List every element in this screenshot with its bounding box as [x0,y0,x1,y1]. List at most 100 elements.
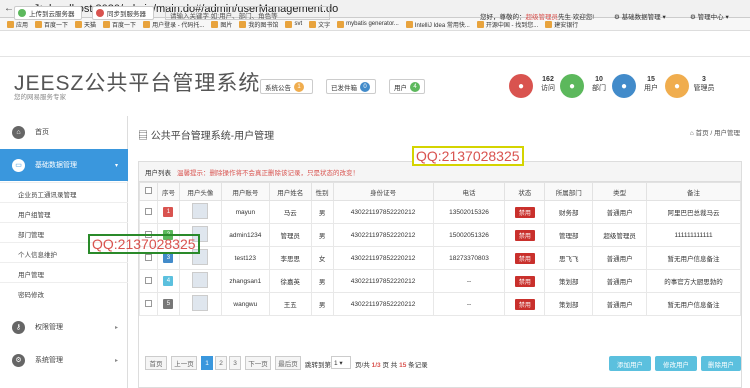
account-cell: wangwu [220,292,270,316]
sync-icon [96,9,104,17]
menu-basic-data[interactable]: ⚙ 基础数据管理 ▾ [614,11,666,21]
status-badge: 禁用 [514,298,535,310]
type-cell: 普通用户 [592,292,648,316]
column-header: 序号 [156,182,180,201]
bookmark-item[interactable]: 天猫 [75,20,96,29]
phone-cell: 18273370803 [432,246,506,270]
avatar [192,272,209,288]
phone-cell: 15002051326 [432,223,506,247]
notice-button[interactable]: 系统公告 1 [260,79,313,94]
bookmark-icon [103,20,111,28]
stat-icon: ● [665,74,689,98]
next-page-button[interactable]: 下一页 [245,356,271,370]
prev-page-button[interactable]: 上一页 [171,356,197,370]
bookmark-item[interactable]: 百度一下 [103,20,136,29]
dept-cell: 策划部 [544,269,594,293]
phone-cell: -- [432,269,506,293]
edit-user-button[interactable]: 修改用户 [655,356,697,371]
name-cell: 管理员 [268,223,312,247]
bookmark-item[interactable]: 我的图书馆 [239,20,278,29]
sidebar-subitem[interactable]: 企业员工通讯录管理 [0,182,128,202]
page-info: 页/共 1/3 页 共 15 条记录 [355,362,428,369]
bookmark-icon [239,20,247,28]
search-input[interactable]: 请输入关键字 如:用户、部门、角色等 [165,6,330,20]
note-cell: 的事官方大厨思勃的 [646,269,741,293]
bookmark-icon [476,20,484,28]
desktop-icon: ▭ [12,158,25,172]
page-3-button[interactable]: 3 [229,356,241,370]
dept-cell: 思飞飞 [544,246,594,270]
page-1-button[interactable]: 1 [201,356,213,370]
account-cell: mayun [220,200,270,224]
avatar [192,295,209,311]
first-page-button[interactable]: 首页 [145,356,167,370]
table-row[interactable]: 2 admin1234 管理员男 430221197852220212 15002051… [139,223,741,247]
bookmark-icon [309,20,317,28]
select-all-checkbox[interactable] [139,182,158,201]
sex-cell: 男 [310,269,334,293]
outbox-button[interactable]: 已发件箱 0 [326,79,376,94]
bookmark-icon [75,20,83,28]
sidebar-item-home[interactable]: ⌂ 首页 [0,121,128,143]
upload-button[interactable]: 上传到云服务器 [14,6,82,20]
status-badge: 禁用 [514,206,535,218]
id-cell: 430221197852220212 [332,223,434,247]
account-cell: admin1234 [220,223,270,247]
column-header: 所属部门 [544,182,594,201]
sidebar-item-permission[interactable]: ⚷ 权限管理 ▸ [0,316,128,338]
add-user-button[interactable]: 添加用户 [609,356,651,371]
status-badge: 禁用 [514,252,535,264]
row-checkbox[interactable] [139,292,158,316]
bookmark-item[interactable]: mybatis generator... [337,20,399,28]
qq-watermark: QQ:2137028325 [412,146,524,166]
sex-cell: 男 [310,292,334,316]
top-toolbar [0,31,750,57]
bookmark-item[interactable]: 用户登录 - 代码托... [143,20,204,29]
phone-cell: -- [432,292,506,316]
bookmark-item[interactable]: IntelliJ Idea 常用快... [405,20,470,29]
sync-button[interactable]: 同步到服务器 [92,6,154,20]
sidebar-subitem[interactable]: 用户组管理 [0,202,128,222]
column-header: 用户账号 [220,182,270,201]
column-header: 类型 [592,182,648,201]
bookmark-item[interactable]: 应用 [7,20,28,29]
menu-admin-center[interactable]: ⚙ 管理中心 ▾ [690,11,729,21]
cog-icon: ⚙ [12,353,25,367]
note-cell: 111111111111 [646,223,741,247]
sidebar-subitem[interactable]: 密码修改 [0,282,128,302]
row-checkbox[interactable] [139,200,158,224]
users-button[interactable]: 用户 4 [389,79,425,94]
delete-user-button[interactable]: 删除用户 [701,356,741,371]
table-row[interactable]: 1 mayun 马云男 430221197852220212 13502015326 禁用… [139,200,741,224]
row-number: 1 [163,207,174,217]
stat-value: 162 访问 [541,76,555,92]
type-cell: 普通用户 [592,246,648,270]
home-icon: ⌂ [12,125,25,139]
stat-icon: ● [560,74,584,98]
page-select[interactable]: 1 ▾ [331,356,351,369]
row-checkbox[interactable] [139,269,158,293]
table-row[interactable]: 4 zhangsan1 徐嘉英男 430221197852220212 -- 禁用 策划部普… [139,269,741,293]
last-page-button[interactable]: 最后页 [275,356,301,370]
bookmark-item[interactable]: 文字 [309,20,330,29]
note-cell: 阿里巴巴总裁马云 [646,200,741,224]
sex-cell: 男 [310,200,334,224]
table-row[interactable]: 3 test123 李思思女 430221197852220212 1827337080… [139,246,741,270]
qq-watermark: QQ:2137028325 [88,234,200,254]
sidebar-subitem[interactable]: 用户管理 [0,262,128,282]
bookmark-item[interactable]: 百度一下 [35,20,68,29]
page-2-button[interactable]: 2 [215,356,227,370]
table-row[interactable]: 5 wangwu 王五男 430221197852220212 -- 禁用 策划部 普通用户暂… [139,292,741,316]
type-cell: 普通用户 [592,269,648,293]
sidebar-item-basic-data[interactable]: ▭ 基础数据管理 ▾ [0,149,128,181]
sidebar-item-system[interactable]: ⚙ 系统管理 ▸ [0,349,128,371]
bookmark-item[interactable]: svt [285,20,302,28]
cloud-upload-icon [18,9,26,17]
bookmark-item[interactable]: 图片 [211,20,232,29]
bookmark-icon [211,20,219,28]
row-number: 3 [163,253,174,263]
avatar [192,203,209,219]
pagination-bar: 首页 上一页 1 2 3 下一页 最后页 跳转到第 1 ▾ 页/共 1/3 页 … [139,353,741,375]
name-cell: 李思思 [268,246,312,270]
bookmark-icon [405,20,413,28]
